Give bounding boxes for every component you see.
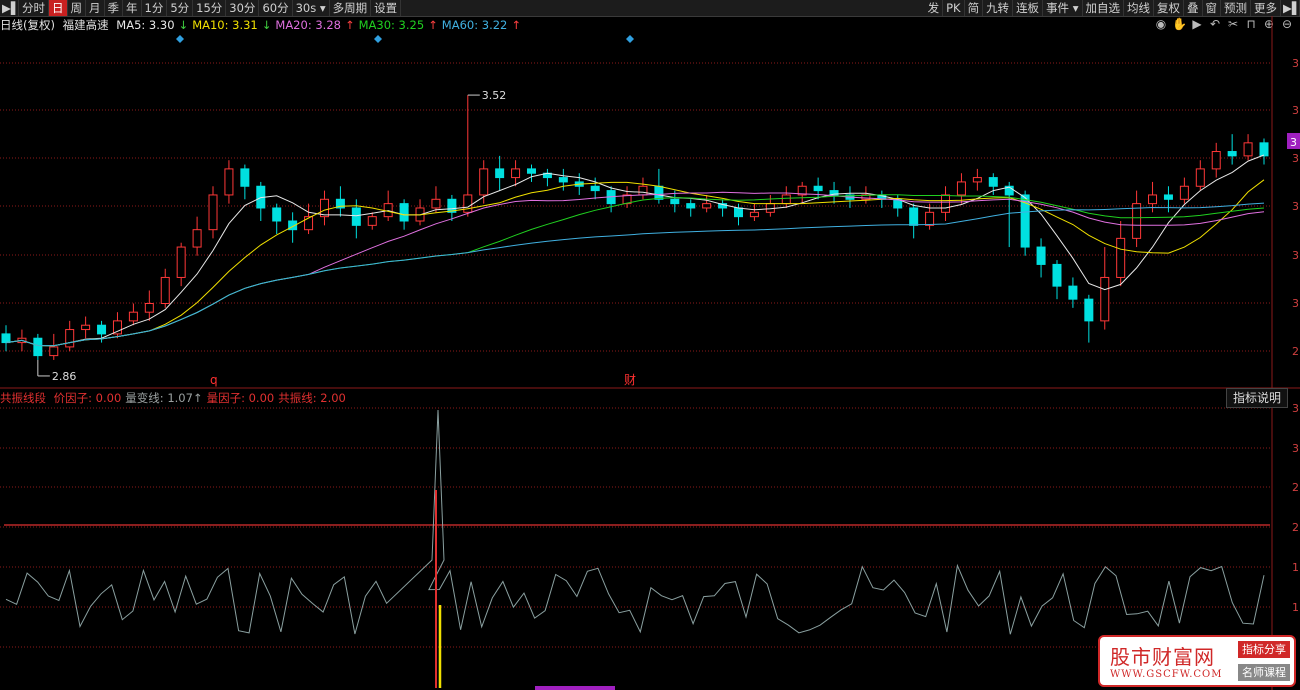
indicator-name: 共振线段 [0,391,46,405]
candle-body [144,303,154,313]
candle-body [351,207,361,226]
candle-body [1132,203,1142,239]
candle-body [526,168,536,174]
candle-body [590,185,600,192]
sub-axis-label: 2 [1292,481,1299,494]
sub-axis-label: 2 [1292,521,1299,534]
candle-body [670,198,680,205]
indicator-value-3: 共振线: 2.00 [278,391,346,405]
ma30-line [5,194,1265,347]
watermark-logo: 股市财富网 WWW.GSCFW.COM 指标分享 名师课程 [1098,635,1296,687]
watermark-title: 股市财富网 [1110,645,1215,669]
right-axis-label: 3 [1292,152,1299,165]
event-marker-cai: 财 [624,373,636,387]
candle-body [112,320,122,335]
sub-axis-label: 3 [1292,402,1299,415]
watermark-url: WWW.GSCFW.COM [1110,669,1223,680]
candle-body [240,168,250,187]
event-marker-q: q [210,373,218,387]
candle-body [208,194,218,231]
right-axis-label: 3 [1292,297,1299,310]
candle-body [1036,246,1046,265]
candle-body [813,185,823,192]
volume-change-line [5,409,1265,635]
candle-body [495,168,505,179]
candle-body [1116,237,1126,278]
candle-body [638,185,648,196]
candle-body [941,194,951,213]
scroll-indicator [535,686,615,690]
right-axis-label: 2 [1292,345,1299,358]
candle-body [1100,276,1110,322]
candle-body [734,207,744,218]
candle-body [49,346,59,357]
candle-body [1148,194,1158,205]
candle-body [654,185,664,200]
candle-body [558,177,568,183]
candle-body [97,324,107,335]
candle-body [1084,298,1094,322]
high-price-label: 3.52 [482,89,507,102]
right-axis-label: 3 [1292,104,1299,117]
sub-axis-label: 3 [1292,442,1299,455]
candle-body [1179,185,1189,200]
candle-body [1068,285,1078,300]
candle-body [972,177,982,183]
candle-body [463,194,473,213]
candle-body [1227,151,1237,157]
candle-body [956,181,966,196]
low-price-label: 2.86 [52,370,76,383]
candle-body [128,311,138,322]
right-axis-label: 3 [1292,57,1299,70]
right-axis-label: 3 [1292,200,1299,213]
candle-body [765,203,775,213]
watermark-tag-course: 名师课程 [1238,664,1290,681]
sub-axis-label: 1 [1292,601,1299,614]
indicator-value-0: 价因子: 0.00 [53,391,122,405]
candle-body [781,194,791,205]
indicator-value-1: 量变线: 1.07↑ [125,391,203,405]
candle-body [749,211,759,218]
candle-body [988,177,998,187]
indicator-value-2: 量因子: 0.00 [206,391,275,405]
candle-body [367,216,377,226]
candle-body [686,203,696,209]
candle-body [1259,142,1269,157]
candle-body [925,211,935,226]
candle-body [192,229,202,248]
kline-chart[interactable]: 3 3 3 3 3 3 2 3 3 2 2 1 1 3 3.52 2.86 q 财 [0,0,1300,690]
candle-body [304,216,314,231]
candle-body [65,329,75,348]
candle-body [272,207,282,222]
candle-body [511,168,521,179]
candle-body [160,276,170,304]
ma20-line [5,191,1265,347]
candle-body [909,207,919,226]
candle-body [399,203,409,222]
candle-body [1211,151,1221,170]
candle-body [1243,142,1253,157]
right-axis-label: 3 [1292,249,1299,262]
candle-body [431,198,441,209]
event-diamond [374,35,382,43]
event-diamond [176,35,184,43]
event-diamond [626,35,634,43]
watermark-tag-share: 指标分享 [1238,641,1290,658]
sub-axis-label: 1 [1292,561,1299,574]
indicator-explain-button[interactable]: 指标说明 [1225,388,1288,408]
ma60-line [5,202,1265,347]
candle-body [1163,194,1173,200]
candle-body [33,337,43,357]
current-price-badge-text: 3 [1290,136,1297,149]
candle-body [479,168,489,196]
indicator-values: 价因子: 0.00 量变线: 1.07↑ 量因子: 0.00 共振线: 2.00 [54,391,350,405]
candle-body [224,168,234,196]
candle-body [176,246,186,278]
candle-body [702,203,712,209]
candle-body [1052,263,1062,287]
indicator-header: 共振线段 价因子: 0.00 量变线: 1.07↑ 量因子: 0.00 共振线: 2.… [0,390,354,406]
candle-body [1,333,11,344]
candle-body [81,324,91,331]
candle-body [1195,168,1205,187]
